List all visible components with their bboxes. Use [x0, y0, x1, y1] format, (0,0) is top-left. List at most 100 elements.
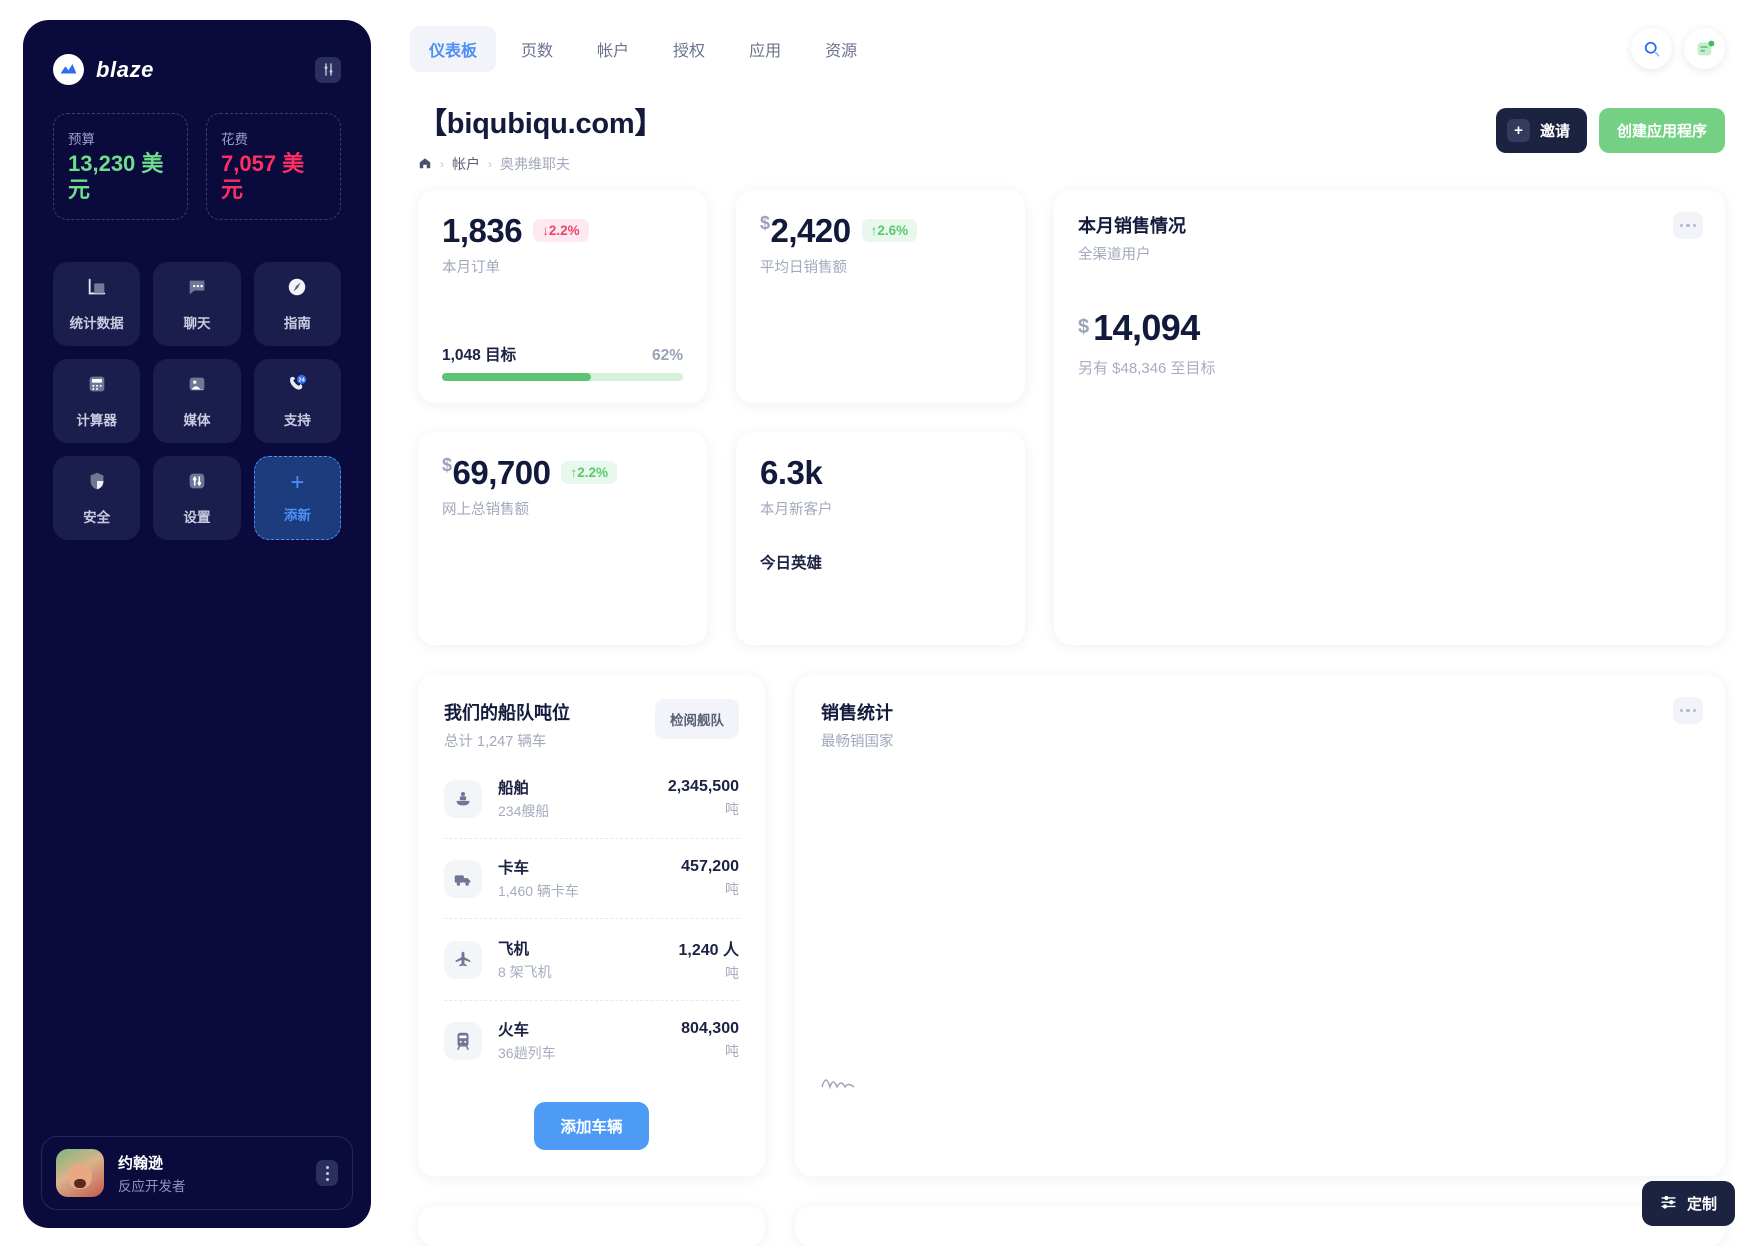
online-value: $69,700	[442, 455, 551, 489]
phone-24-icon: 24	[286, 373, 308, 400]
shield-icon	[86, 470, 108, 497]
sidebar-header: blaze	[23, 20, 371, 85]
tab-resources[interactable]: 资源	[806, 26, 876, 72]
budget-stat: 预算 13,230 美元	[53, 113, 188, 220]
svg-text:24: 24	[299, 378, 306, 384]
brand-name: blaze	[96, 56, 155, 82]
monthly-sales-value-row: $ 14,094	[1078, 310, 1701, 346]
inspect-fleet-button[interactable]: 检阅舰队	[655, 699, 739, 739]
sidebar-item-calculator[interactable]: 计算器	[53, 358, 141, 443]
plane-icon	[444, 940, 482, 979]
card-monthly-sales: 本月销售情况 全渠道用户 $ 14,094 另有 $48,346 至目标	[1054, 190, 1725, 645]
monthly-sales-title: 本月销售情况	[1078, 216, 1186, 236]
spent-value: 7,057 美元	[221, 151, 305, 202]
fleet-row-train[interactable]: 火车 36趟列车 804,300 吨	[444, 1000, 739, 1080]
online-delta-badge: ↑2.2%	[561, 461, 617, 484]
card-online-sales: $69,700 ↑2.2% 网上总销售额	[418, 432, 707, 645]
fleet-header: 我们的船队吨位 总计 1,247 辆车 检阅舰队	[444, 699, 739, 751]
plus-icon: +	[290, 469, 305, 497]
fleet-row-plane[interactable]: 飞机 8 架飞机 1,240 人 吨	[444, 918, 739, 1000]
sidebar: blaze 预算 13,230 美元 花费 7,057 美元 统计数据 聊天 指…	[23, 20, 371, 1228]
fleet-value: 457,200	[681, 858, 739, 875]
monthly-sales-value: 14,094	[1093, 307, 1200, 348]
fleet-unit: 吨	[725, 1043, 739, 1059]
calculator-icon	[86, 373, 108, 400]
card-sales-statistics: 销售统计 最畅销国家	[795, 675, 1725, 1176]
fleet-rows: 船舶 234艘船 2,345,500 吨 卡车 1,460 辆卡车 457,20…	[444, 759, 739, 1080]
fleet-title: 我们的船队吨位	[444, 703, 570, 723]
tab-apps[interactable]: 应用	[730, 26, 800, 72]
customize-button[interactable]: 定制	[1641, 1181, 1735, 1226]
sliders-icon[interactable]	[315, 56, 341, 83]
fleet-unit: 吨	[725, 881, 739, 897]
daily-value-row: $2,420 ↑2.6%	[760, 214, 1001, 247]
currency-symbol: $	[442, 455, 452, 475]
sidebar-item-chat[interactable]: 聊天	[153, 261, 241, 346]
ship-icon	[444, 779, 482, 818]
kebab-menu-icon[interactable]	[1673, 697, 1703, 724]
fleet-sub: 234艘船	[498, 803, 550, 819]
sidebar-item-label: 聊天	[183, 315, 211, 331]
customers-value-row: 6.3k	[760, 456, 1001, 489]
currency-symbol: $	[760, 213, 770, 233]
daily-delta-badge: ↑2.6%	[861, 219, 918, 242]
kebab-menu-icon[interactable]	[1673, 212, 1703, 239]
header-actions: + 邀请 创建应用程序	[1495, 108, 1725, 153]
sliders-icon	[186, 470, 208, 497]
sidebar-user-card[interactable]: 约翰逊 反应开发者	[41, 1136, 353, 1210]
brand[interactable]: blaze	[53, 54, 154, 85]
daily-sales-minibars	[760, 325, 1001, 403]
fleet-name: 火车	[498, 1022, 530, 1039]
sidebar-item-media[interactable]: 媒体	[153, 358, 241, 443]
tab-accounts[interactable]: 帐户	[578, 26, 648, 72]
dashboard-row-1: 1,836 ↓2.2% 本月订单 1,048 目标 62% $69,700 ↑2…	[418, 190, 1725, 645]
fleet-row-ship[interactable]: 船舶 234艘船 2,345,500 吨	[444, 759, 739, 838]
fleet-sub: 8 架飞机	[498, 964, 552, 980]
sparkline-icon[interactable]	[821, 1071, 855, 1094]
sidebar-item-label: 媒体	[183, 412, 211, 428]
orders-progress-fill	[442, 373, 592, 381]
page-header: 【biqubiqu.com】 › 帐户 › 奥弗维耶夫 + 邀请 创建应用程序	[400, 72, 1753, 174]
orders-value-row: 1,836 ↓2.2%	[442, 214, 683, 247]
kpi-column-mid: $2,420 ↑2.6% 平均日销售额 6.3k 本月新客户 今日英雄	[736, 190, 1025, 645]
sidebar-item-guide[interactable]: 指南	[253, 261, 341, 346]
user-role: 反应开发者	[118, 1178, 186, 1194]
dashboard-row-3	[418, 1206, 1725, 1246]
card-placeholder-right	[795, 1206, 1725, 1246]
daily-value: $2,420	[760, 214, 851, 247]
image-icon	[186, 373, 208, 400]
currency-symbol: $	[1078, 316, 1090, 338]
breadcrumb-separator: ›	[440, 157, 444, 171]
home-icon[interactable]	[418, 156, 432, 173]
main-content: 仪表板 页数 帐户 授权 应用 资源 【biqubiqu.com】 › 帐户 ›…	[400, 0, 1753, 1246]
daily-amount: 2,420	[770, 212, 852, 249]
notes-icon[interactable]	[1684, 28, 1725, 69]
orders-progress-bar	[442, 373, 683, 381]
tab-authorize[interactable]: 授权	[654, 26, 724, 72]
online-value-row: $69,700 ↑2.2%	[442, 456, 683, 489]
search-icon[interactable]	[1631, 28, 1672, 69]
fleet-sub: 36趟列车	[498, 1045, 556, 1061]
online-label: 网上总销售额	[442, 502, 529, 518]
sidebar-item-label: 支持	[283, 412, 311, 428]
monthly-sales-note: 另有 $48,346 至目标	[1078, 360, 1216, 377]
sidebar-item-add[interactable]: + 添新	[253, 455, 341, 540]
invite-button[interactable]: + 邀请	[1495, 108, 1587, 153]
sidebar-item-stats[interactable]: 统计数据	[53, 261, 141, 346]
orders-goal-pct: 62%	[651, 347, 683, 364]
tab-pages[interactable]: 页数	[502, 26, 572, 72]
compass-icon	[286, 276, 308, 303]
breadcrumb-item-account[interactable]: 帐户	[452, 154, 480, 174]
sidebar-item-support[interactable]: 24 支持	[253, 358, 341, 443]
spent-label: 花费	[221, 132, 248, 147]
kebab-menu-icon[interactable]	[316, 1160, 338, 1186]
create-app-button[interactable]: 创建应用程序	[1598, 108, 1725, 153]
sidebar-item-security[interactable]: 安全	[53, 455, 141, 540]
tab-dashboard[interactable]: 仪表板	[410, 26, 497, 72]
orders-label: 本月订单	[442, 260, 500, 276]
add-vehicle-button[interactable]: 添加车辆	[534, 1102, 649, 1150]
sidebar-item-settings[interactable]: 设置	[153, 455, 241, 540]
card-placeholder-left	[418, 1206, 765, 1246]
spent-stat: 花费 7,057 美元	[206, 113, 341, 220]
fleet-row-truck[interactable]: 卡车 1,460 辆卡车 457,200 吨	[444, 838, 739, 918]
